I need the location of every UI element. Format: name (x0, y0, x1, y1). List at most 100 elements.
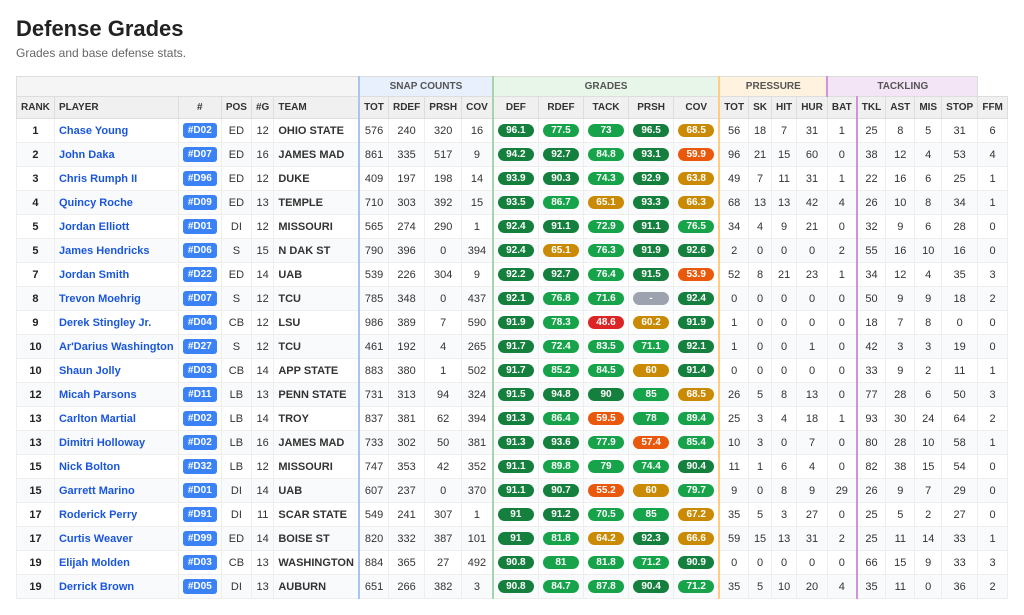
col-cov: COV (462, 97, 493, 119)
cell-prsh: 382 (425, 575, 462, 599)
cell-player[interactable]: Ar'Darius Washington (54, 335, 178, 359)
table-row: 12 Micah Parsons #D11 LB 13 PENN STATE 7… (17, 383, 1008, 407)
cell-tack-grade: 65.1 (583, 191, 628, 215)
table-row: 19 Elijah Molden #D03 CB 13 WASHINGTON 8… (17, 551, 1008, 575)
cell-player[interactable]: Shaun Jolly (54, 359, 178, 383)
table-row: 10 Shaun Jolly #D03 CB 14 APP STATE 883 … (17, 359, 1008, 383)
cell-rdef: 313 (388, 383, 424, 407)
cell-g: 12 (251, 215, 273, 239)
cell-num: #D07 (178, 287, 221, 311)
cell-rank: 17 (17, 527, 55, 551)
cell-cov: 381 (462, 431, 493, 455)
cell-rdef: 266 (388, 575, 424, 599)
col-grades-rdef: RDEF (538, 97, 583, 119)
cell-player[interactable]: Derek Stingley Jr. (54, 311, 178, 335)
defense-grades-table: SNAP COUNTS GRADES PRESSURE TACKLING RAN… (16, 76, 1008, 599)
cell-tack-grade: 76.3 (583, 239, 628, 263)
cell-mis: 8 (915, 191, 942, 215)
cell-ast: 28 (886, 431, 915, 455)
cell-pos: S (221, 239, 251, 263)
cell-prsh-grade: 57.4 (629, 431, 674, 455)
cell-player[interactable]: Roderick Perry (54, 503, 178, 527)
cell-cov: 14 (462, 167, 493, 191)
cell-hit: 0 (772, 335, 797, 359)
cell-g: 14 (251, 359, 273, 383)
cell-hit: 10 (772, 575, 797, 599)
cell-ffm: 1 (978, 359, 1008, 383)
cell-prsh: 27 (425, 551, 462, 575)
cell-rank: 2 (17, 143, 55, 167)
cell-rdef-grade: 81 (538, 551, 583, 575)
cell-player[interactable]: Derrick Brown (54, 575, 178, 599)
cell-rdef-grade: 90.3 (538, 167, 583, 191)
cell-rank: 17 (17, 503, 55, 527)
cell-tkl: 93 (857, 407, 886, 431)
cell-tkl: 55 (857, 239, 886, 263)
cell-mis: 6 (915, 383, 942, 407)
cell-pos: S (221, 287, 251, 311)
cell-player[interactable]: John Daka (54, 143, 178, 167)
col-team: TEAM (274, 97, 359, 119)
cell-player[interactable]: Garrett Marino (54, 479, 178, 503)
cell-cov-grade: 71.2 (674, 575, 720, 599)
cell-player[interactable]: Trevon Moehrig (54, 287, 178, 311)
cell-prsh: 94 (425, 383, 462, 407)
cell-def-grade: 91 (493, 503, 539, 527)
cell-ffm: 6 (978, 119, 1008, 143)
cell-tkl: 35 (857, 575, 886, 599)
table-row: 3 Chris Rumph II #D96 ED 12 DUKE 409 197… (17, 167, 1008, 191)
cell-player[interactable]: Dimitri Holloway (54, 431, 178, 455)
cell-player[interactable]: Micah Parsons (54, 383, 178, 407)
cell-g: 13 (251, 551, 273, 575)
cell-cov-grade: 79.7 (674, 479, 720, 503)
cell-mis: 4 (915, 263, 942, 287)
cell-player[interactable]: Chase Young (54, 119, 178, 143)
cell-hit: 15 (772, 143, 797, 167)
cell-player[interactable]: Jordan Smith (54, 263, 178, 287)
cell-hit: 0 (772, 311, 797, 335)
cell-player[interactable]: Quincy Roche (54, 191, 178, 215)
cell-team: WASHINGTON (274, 551, 359, 575)
cell-ptot: 35 (719, 575, 748, 599)
cell-sk: 8 (749, 263, 772, 287)
cell-team: TEMPLE (274, 191, 359, 215)
cell-pos: CB (221, 551, 251, 575)
cell-tot: 747 (359, 455, 388, 479)
cell-rank: 13 (17, 431, 55, 455)
cell-rdef-grade: 92.7 (538, 143, 583, 167)
cell-ffm: 1 (978, 191, 1008, 215)
cell-cov-grade: 53.9 (674, 263, 720, 287)
cell-tkl: 32 (857, 215, 886, 239)
cell-prsh-grade: 93.1 (629, 143, 674, 167)
cell-team: UAB (274, 479, 359, 503)
cell-cov: 101 (462, 527, 493, 551)
cell-player[interactable]: Jordan Elliott (54, 215, 178, 239)
cell-ffm: 0 (978, 503, 1008, 527)
cell-player[interactable]: James Hendricks (54, 239, 178, 263)
cell-pos: ED (221, 527, 251, 551)
cell-player[interactable]: Elijah Molden (54, 551, 178, 575)
cell-player[interactable]: Curtis Weaver (54, 527, 178, 551)
cell-sk: 0 (749, 311, 772, 335)
cell-team: TCU (274, 335, 359, 359)
cell-rdef-grade: 84.7 (538, 575, 583, 599)
cell-player[interactable]: Nick Bolton (54, 455, 178, 479)
cell-prsh-grade: 92.9 (629, 167, 674, 191)
col-tkl: TKL (857, 97, 886, 119)
cell-hit: 0 (772, 239, 797, 263)
table-body: 1 Chase Young #D02 ED 12 OHIO STATE 576 … (17, 119, 1008, 599)
cell-tot: 651 (359, 575, 388, 599)
cell-pos: LB (221, 431, 251, 455)
page-subtitle: Grades and base defense stats. (16, 46, 1008, 60)
table-row: 15 Garrett Marino #D01 DI 14 UAB 607 237… (17, 479, 1008, 503)
cell-ptot: 2 (719, 239, 748, 263)
table-row: 9 Derek Stingley Jr. #D04 CB 12 LSU 986 … (17, 311, 1008, 335)
cell-stop: 19 (942, 335, 978, 359)
cell-stop: 27 (942, 503, 978, 527)
cell-bat: 0 (827, 551, 856, 575)
cell-ptot: 0 (719, 551, 748, 575)
cell-bat: 1 (827, 167, 856, 191)
cell-player[interactable]: Chris Rumph II (54, 167, 178, 191)
col-cov-grade: COV (674, 97, 720, 119)
cell-player[interactable]: Carlton Martial (54, 407, 178, 431)
